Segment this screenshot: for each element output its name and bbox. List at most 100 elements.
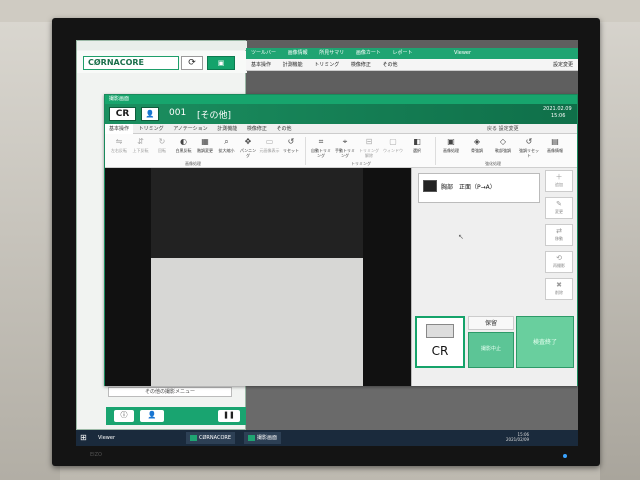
series-card[interactable]: 胸部 正面（P→A） [418, 173, 540, 203]
user-icon: 👤 [147, 411, 157, 419]
view-toggle-button[interactable]: ▣ [207, 56, 235, 70]
system-tray-clock[interactable]: 15:06 2021/02/09 [506, 432, 529, 442]
xray-image-viewport[interactable] [105, 168, 411, 386]
user-button[interactable]: 👤 [140, 410, 164, 422]
menu-item-image-info[interactable]: 画像情報 [283, 48, 313, 59]
ribbon-button-enh-reset[interactable]: ↺ 強調リセット [519, 137, 539, 158]
add-icon: ＋ [555, 173, 563, 181]
ribbon-button-label: 階調変更 [197, 148, 213, 153]
other-capture-menu-button[interactable]: その他の撮影メニュー [108, 387, 232, 397]
tab-annotation[interactable]: アノテーション [169, 124, 211, 134]
ribbon-button-zoom[interactable]: ⌕ 拡大縮小 [217, 137, 237, 153]
ribbon-button-select[interactable]: ◧ 選択 [407, 137, 427, 153]
ribbon-button-window[interactable]: ▢ ウィンドウ [383, 137, 403, 153]
ribbon-button-trim-cancel[interactable]: ⊟ トリミング解除 [359, 137, 379, 158]
viewer-menu-bar: ツールバー 画像情報 所見サマリ 画像カート レポート Viewer [246, 48, 578, 59]
info-button[interactable]: ⓘ [114, 410, 134, 422]
ribbon-button-label: 骨強調 [471, 148, 483, 153]
ribbon-button-label: 画像処理 [443, 148, 459, 153]
clock-date: 2021/02/09 [506, 437, 530, 442]
app-icon [190, 434, 197, 441]
mouse-cursor-icon: ↖ [458, 233, 464, 241]
pause-button[interactable]: ❚❚ [218, 410, 240, 422]
ribbon-button-manual-trim[interactable]: ⌖ 手動トリミング [335, 137, 355, 158]
room-background-left [0, 22, 60, 480]
info-icon: ⓘ [120, 411, 128, 419]
viewer-settings-link[interactable]: 設定変更 [548, 59, 578, 71]
back-settings-links[interactable]: 戻る 設定変更 [487, 124, 519, 134]
end-study-button[interactable]: 検査終了 [516, 316, 574, 368]
ribbon-button-flip-v[interactable]: ⇵ 上下反転 [131, 137, 151, 153]
ribbon-button-original[interactable]: ▭ 元画像表示 [260, 137, 280, 153]
trim-cancel-icon: ⊟ [365, 137, 373, 146]
menu-item-image-cart[interactable]: 画像カート [351, 48, 386, 59]
cancel-exposure-button[interactable]: 撮影中止 [468, 332, 514, 368]
series-panel: 胸部 正面（P→A） ↖ ＋追加 ✎ 変更 ⇄ 移動 ⟲ 再撮影 ✖ 削除 CR 保留 撮影中止… [411, 168, 577, 386]
cassette-icon [426, 324, 454, 338]
menu-item-report[interactable]: レポート [387, 48, 417, 59]
ribbon-button-invert[interactable]: ◐ 白黒反転 [174, 137, 194, 153]
taskbar-item-viewer[interactable]: Viewer [94, 432, 119, 444]
ribbon-button-pan[interactable]: ✥ パンニング [238, 137, 258, 158]
side-button-label: 移動 [555, 236, 563, 241]
side-button-label: 削除 [555, 290, 563, 295]
start-button[interactable]: ⊞ [80, 433, 90, 443]
ribbon-button-label: 自動トリミング [311, 148, 331, 158]
ribbon-button-soft[interactable]: ◇ 軟部強調 [493, 137, 513, 153]
viewer-tab-other[interactable]: その他 [377, 59, 402, 71]
cr-capture-button[interactable]: CR [415, 316, 465, 368]
taskbar-item-capture[interactable]: 撮影画面 [244, 432, 282, 444]
side-button-retake[interactable]: ⟲ 再撮影 [545, 251, 573, 273]
capture-ribbon: ⇋ 左右反転 ⇵ 上下反転 ↻ 回転 ◐ 白黒反転 ▦ 階調変更 ⌕ 拡大縮小 ✥ パンニング ▭ 元画像表示… [105, 134, 577, 168]
invert-icon: ◐ [180, 137, 187, 146]
side-button-delete[interactable]: ✖ 削除 [545, 278, 573, 300]
viewer-tab-measure[interactable]: 計測機能 [278, 59, 308, 71]
side-button-change[interactable]: ✎ 変更 [545, 197, 573, 219]
ribbon-button-label: パンニング [239, 148, 257, 158]
auto-trim-icon: ⌗ [318, 137, 324, 146]
ribbon-button-reset[interactable]: ↺ リセット [281, 137, 301, 153]
monitor-power-led [563, 454, 567, 458]
ribbon-button-bone[interactable]: ◈ 骨強調 [467, 137, 487, 153]
tab-other[interactable]: その他 [272, 124, 295, 134]
viewer-tab-trim[interactable]: トリミング [309, 59, 344, 71]
refresh-button[interactable]: ⟳ [181, 56, 203, 70]
tab-trimming[interactable]: トリミング [135, 124, 168, 134]
ribbon-group-label-trimming: トリミング [351, 161, 371, 166]
move-icon: ⇄ [556, 227, 562, 235]
ribbon-button-auto-trim[interactable]: ⌗ 自動トリミング [311, 137, 331, 158]
tab-inspection[interactable]: 検像修正 [243, 124, 271, 134]
pan-icon: ✥ [244, 137, 252, 146]
menu-item-findings-summary[interactable]: 所見サマリ [314, 48, 349, 59]
ribbon-button-process[interactable]: ▣ 画像処理 [441, 137, 461, 153]
series-thumbnail [423, 180, 437, 192]
refresh-icon: ⟳ [188, 58, 196, 68]
app-icon [248, 434, 255, 441]
tab-measurement[interactable]: 計測機能 [213, 124, 241, 134]
study-type: [その他] [197, 111, 232, 121]
taskbar-item-cornacore[interactable]: CØRNACORE [186, 432, 236, 444]
soft-icon: ◇ [499, 137, 507, 146]
ribbon-group-label-enhancement: 強化処理 [485, 161, 501, 166]
side-button-add[interactable]: ＋追加 [545, 170, 573, 192]
ribbon-button-label: 選択 [413, 148, 421, 153]
side-button-move[interactable]: ⇄ 移動 [545, 224, 573, 246]
screen: CØRNACORE ⟳ ▣ ツールバー 画像情報 所見サマリ 画像カート レポー… [76, 40, 578, 446]
rotate-icon: ↻ [158, 137, 166, 146]
ribbon-button-label: リセット [283, 148, 299, 153]
ribbon-button-flip-h[interactable]: ⇋ 左右反転 [109, 137, 129, 153]
study-date: 2021.02.09 [543, 106, 572, 112]
viewer-tab-basic[interactable]: 基本操作 [246, 59, 276, 71]
menu-item-toolbar[interactable]: ツールバー [246, 48, 281, 59]
ribbon-button-rotate[interactable]: ↻ 回転 [152, 137, 172, 153]
hold-button[interactable]: 保留 [468, 316, 514, 330]
ribbon-button-label: 軟部強調 [495, 148, 511, 153]
flip-h-icon: ⇋ [115, 137, 123, 146]
ribbon-button-info[interactable]: ▤ 画像情報 [545, 137, 565, 153]
cr-button-label: CR [431, 344, 449, 358]
ribbon-button-contrast[interactable]: ▦ 階調変更 [195, 137, 215, 153]
ribbon-button-label: 画像情報 [547, 148, 563, 153]
viewer-tab-inspect[interactable]: 検像修正 [346, 59, 376, 71]
ribbon-button-label: 拡大縮小 [218, 148, 235, 153]
patient-info-button[interactable]: 👤 [141, 107, 159, 121]
